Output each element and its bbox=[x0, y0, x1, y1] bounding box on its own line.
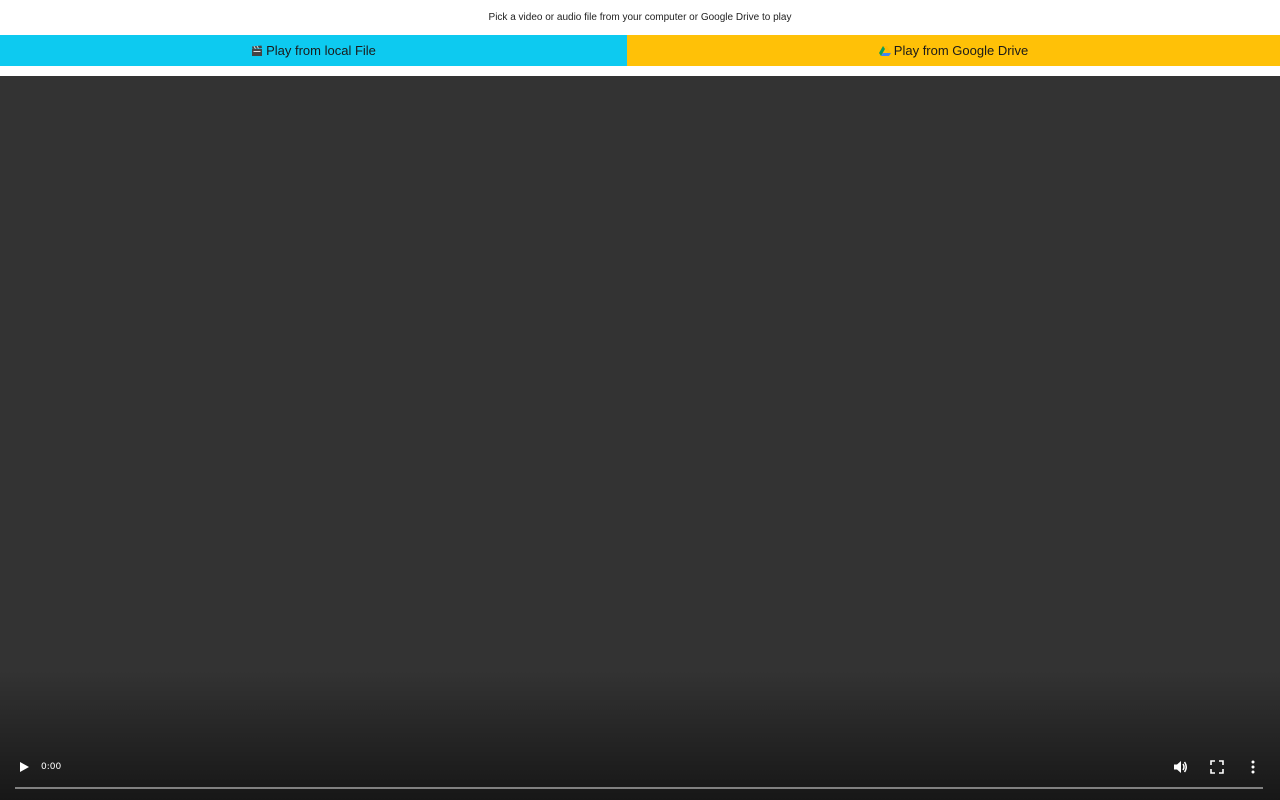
volume-button[interactable] bbox=[1170, 758, 1192, 780]
more-options-button[interactable] bbox=[1242, 758, 1264, 780]
more-options-icon bbox=[1251, 760, 1255, 779]
play-local-file-button[interactable]: Play from local File bbox=[0, 35, 627, 66]
play-local-file-label: Play from local File bbox=[266, 43, 376, 58]
google-drive-icon bbox=[878, 45, 891, 57]
progress-bar[interactable] bbox=[15, 787, 1263, 789]
fullscreen-icon bbox=[1210, 759, 1224, 779]
clapperboard-icon bbox=[251, 45, 263, 57]
spacer bbox=[0, 66, 1280, 76]
play-google-drive-button[interactable]: Play from Google Drive bbox=[627, 35, 1280, 66]
play-google-drive-label: Play from Google Drive bbox=[893, 43, 1029, 58]
video-controls: 0:00 bbox=[0, 740, 1280, 800]
source-buttons: Play from local File Play from Google Dr… bbox=[0, 35, 1280, 66]
instruction-text: Pick a video or audio file from your com… bbox=[488, 12, 792, 23]
current-time: 0:00 bbox=[41, 762, 62, 772]
fullscreen-button[interactable] bbox=[1206, 758, 1228, 780]
play-icon bbox=[18, 760, 30, 778]
play-button[interactable] bbox=[13, 758, 35, 780]
volume-icon bbox=[1173, 759, 1189, 780]
video-player[interactable]: 0:00 bbox=[0, 76, 1280, 800]
